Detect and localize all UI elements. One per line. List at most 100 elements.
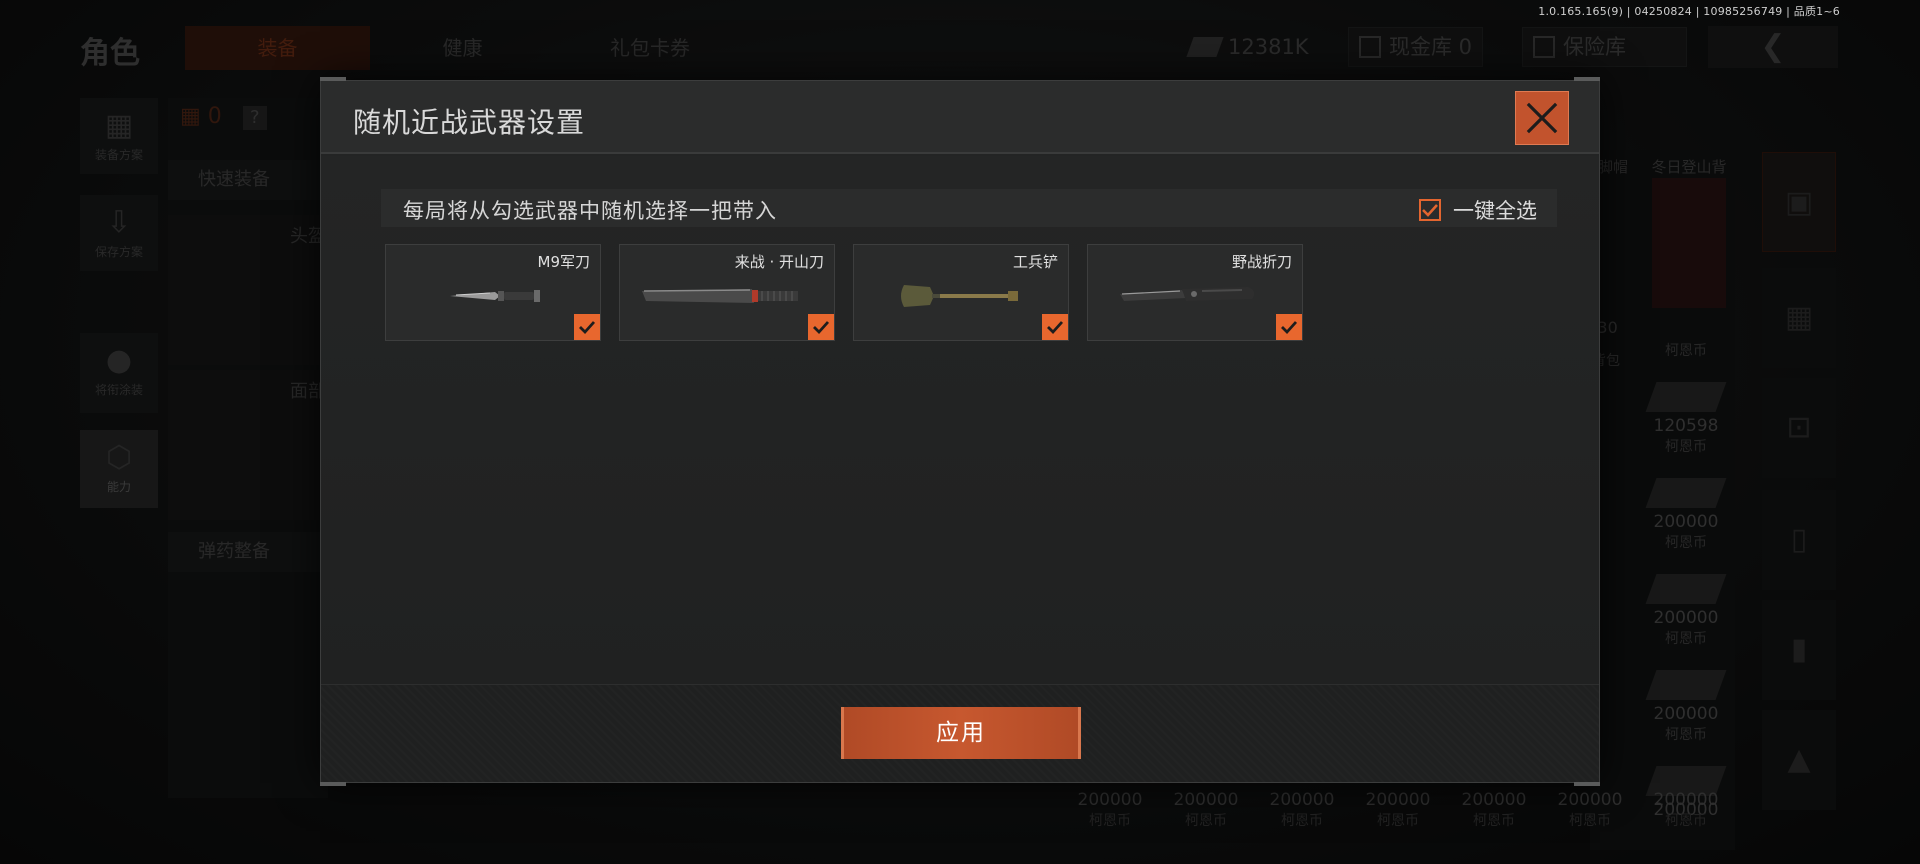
machete-icon [642,289,798,303]
coin-label: 柯恩币 [1665,535,1707,551]
coin-stack-icon [1645,670,1727,700]
close-button[interactable] [1515,91,1569,145]
coin-label: 柯恩币 [1665,631,1707,647]
random-melee-dialog: 随机近战武器设置 每局将从勾选武器中随机选择一把带入 一键全选 M9军刀 来战 … [320,77,1600,786]
side-btn-label: 能力 [106,480,131,494]
weapon-card-shovel[interactable]: 工兵铲 [853,244,1069,341]
rtab-weapon[interactable]: ⊡ [1762,378,1836,478]
bottom-coin-cell[interactable]: 200000 柯恩币 [1446,790,1542,864]
dialog-title: 随机近战武器设置 [353,106,586,139]
safe-icon [1533,36,1555,58]
ammo-equip-button[interactable]: 弹药整备 [168,532,328,572]
cash-icon [1186,37,1224,57]
coin-label: 柯恩币 [1665,727,1707,743]
coin-cell[interactable]: 柯恩币 200000 [1640,532,1732,628]
rtab-ammo[interactable]: ▮ [1762,600,1836,700]
apply-button[interactable]: 应用 [841,707,1081,759]
help-icon[interactable]: ? [242,106,267,130]
rtab-magazine[interactable]: ▯ [1762,490,1836,590]
rtab-backpack[interactable]: ▣ [1762,152,1836,252]
bottom-coin-cell[interactable]: 200000 柯恩币 [1542,790,1638,864]
coin-label: 柯恩币 [1185,813,1227,829]
armor-indicator: ▦ 0 ? [180,104,267,130]
coin-value: 200000 [1557,790,1623,810]
select-all-checkbox[interactable] [1419,199,1441,221]
tab-gift-cards[interactable]: 礼包卡券 [560,26,740,70]
weapon-checkbox[interactable] [574,314,600,340]
weapon-card-folding-knife[interactable]: 野战折刀 [1087,244,1303,341]
close-icon [1526,102,1558,134]
bottom-coin-cell[interactable]: 200000 柯恩币 [1350,790,1446,864]
checkmark-icon [813,321,830,335]
rifle-icon: ⊡ [1786,410,1812,445]
bottom-coin-cell[interactable]: 200000 柯恩币 [1254,790,1350,864]
side-btn-skin[interactable]: ● 将衔涂装 [80,333,158,413]
coin-cell[interactable]: 柯恩币 200000 [1640,628,1732,724]
checkmark-icon [579,321,596,335]
screen-title: 角色 [80,36,140,71]
coin-value: 200000 [1461,790,1527,810]
bottom-coin-cell[interactable]: 200000 柯恩币 [1158,790,1254,864]
coin-stack-icon [1645,574,1727,604]
version-info: 1.0.165.165(9) | 04250824 | 10985256749 … [1538,5,1840,18]
bottom-coin-cell[interactable]: 200000 柯恩币 [1062,790,1158,864]
coin-value: 200000 [1653,704,1719,724]
checkmark-icon [1047,321,1064,335]
side-btn-loadout[interactable]: ▦ 装备方案 [80,98,158,174]
download-icon: ⇩ [106,205,132,240]
weapon-checkbox[interactable] [1042,314,1068,340]
back-button[interactable]: ❮ [1708,26,1838,68]
dialog-footer: 应用 [321,684,1599,782]
currency-display: 12381K [1180,27,1319,67]
rtab-armor[interactable]: ▦ [1762,268,1836,368]
attachment-icon: ▲ [1787,742,1811,777]
tab-health[interactable]: 健康 [400,26,525,70]
dialog-body [321,156,1599,686]
coin-label: 柯恩币 [1377,813,1419,829]
side-btn-ability[interactable]: ⬡ 能力 [80,430,158,508]
weapon-card-m9[interactable]: M9军刀 [385,244,601,341]
coin-stack-icon [1645,382,1727,412]
checkmark-icon [1422,204,1438,217]
weapon-card-machete[interactable]: 来战 · 开山刀 [619,244,835,341]
coin-label: 柯恩币 [1665,813,1707,829]
rtab-attachment[interactable]: ▲ [1762,710,1836,810]
coin-value: 200000 [1365,790,1431,810]
cash-vault-label: 现金库 0 [1389,35,1473,59]
select-all-toggle[interactable]: 一键全选 [1419,195,1537,225]
backpack-item[interactable] [1652,178,1726,308]
coin-cell[interactable]: 柯恩币 200000 [1640,436,1732,532]
magazine-icon: ▯ [1790,522,1808,557]
shovel-icon [901,285,1018,307]
tab-equipment[interactable]: 装备 [185,26,370,70]
bayonet-icon [450,290,540,302]
ammo-icon: ▮ [1790,632,1808,667]
coin-label: 柯恩币 [1089,813,1131,829]
coin-label: 柯恩币 [1473,813,1515,829]
corner-accent [1574,782,1600,786]
weapon-name: 工兵铲 [1012,253,1058,271]
weapon-name: 野战折刀 [1231,253,1292,271]
side-btn-label: 装备方案 [94,148,143,162]
safe-vault-button[interactable]: 保险库 [1522,27,1687,67]
armor-count: 0 [207,104,222,129]
weapon-checkbox[interactable] [808,314,834,340]
quick-equip-button[interactable]: 快速装备 [168,160,328,200]
side-btn-save-loadout[interactable]: ⇩ 保存方案 [80,195,158,271]
coin-label: 柯恩币 [1665,343,1707,359]
right-header-hat: 脚帽 [1598,158,1629,176]
cash-vault-button[interactable]: 现金库 0 [1348,27,1484,67]
folding-knife-icon [1120,287,1255,301]
backpack-icon: ▣ [1784,185,1814,220]
soldier-icon: ● [105,343,133,378]
coin-stack-icon [1645,478,1727,508]
coin-value: 200000 [1653,790,1719,810]
safe-vault-label: 保险库 [1563,35,1626,59]
coin-label: 柯恩币 [1569,813,1611,829]
coin-value: 120598 [1653,416,1719,436]
coin-cell[interactable]: 柯恩币 120598 [1640,340,1732,436]
weapon-checkbox[interactable] [1276,314,1302,340]
chevron-left-icon: ❮ [1760,29,1786,64]
checkmark-icon [1281,321,1298,335]
bottom-coin-cell[interactable]: 200000 柯恩币 [1638,790,1734,864]
